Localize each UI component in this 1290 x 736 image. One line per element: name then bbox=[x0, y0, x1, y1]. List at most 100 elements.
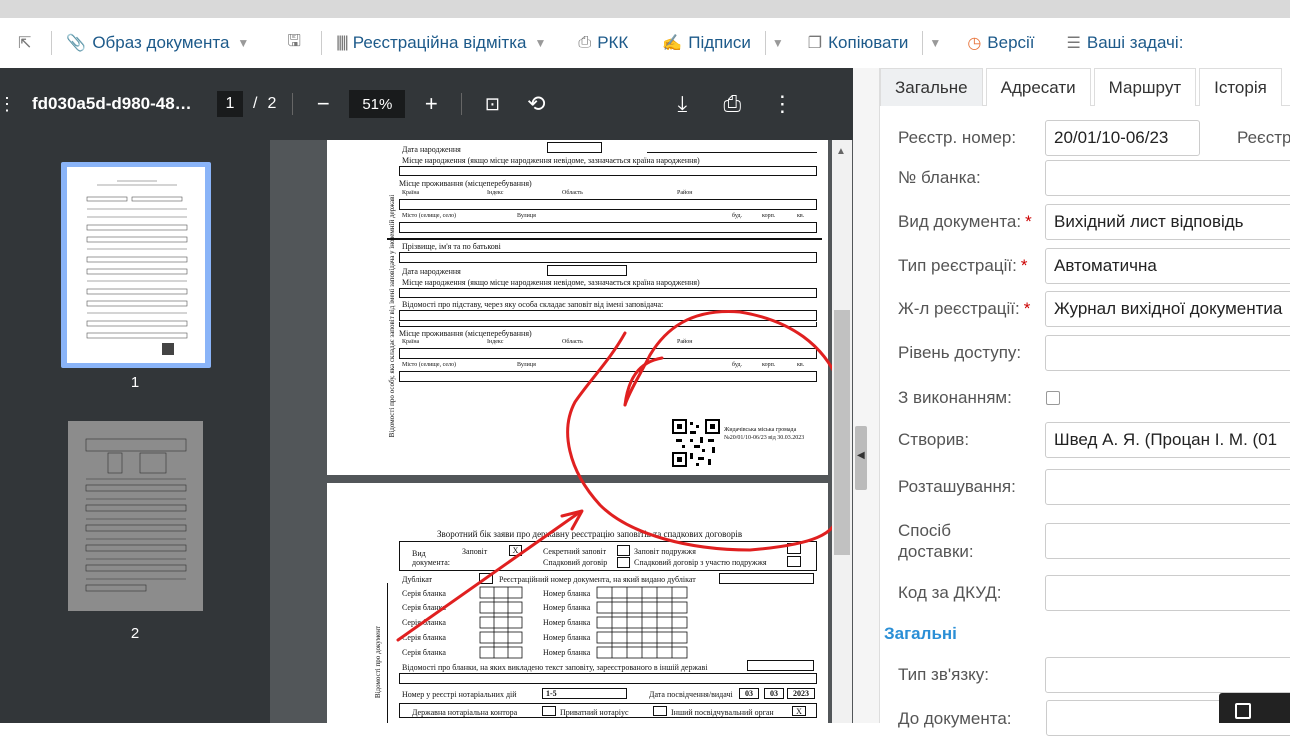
details-tabs: Загальне Адресати Маршрут Історія bbox=[880, 68, 1290, 106]
reg-date-label: Реєстр bbox=[1237, 128, 1290, 147]
tab-addressees[interactable]: Адресати bbox=[985, 68, 1091, 106]
field-reg-number: Реєстр. номер: 20/01/10-06/23 Реєстр bbox=[898, 120, 1290, 156]
created-by-input[interactable]: Швед А. Я. (Процан І. М. (01 bbox=[1045, 422, 1290, 458]
thumbnail-page-2[interactable] bbox=[68, 421, 203, 611]
reg-type-label: Тип реєстрації: bbox=[898, 256, 1017, 275]
location-input[interactable] bbox=[1045, 469, 1290, 505]
thumbnail-label-1: 1 bbox=[130, 374, 140, 391]
reg-type-input[interactable]: Автоматична bbox=[1045, 248, 1290, 284]
zoom-input[interactable]: 51% bbox=[349, 90, 406, 118]
paperclip-icon: 📎 bbox=[66, 35, 87, 52]
to-document-label: До документа: bbox=[898, 709, 1012, 728]
barcode-icon: ||||| bbox=[335, 34, 349, 51]
document-toolbar: ⇱ 📎 Образ документа ▼ 🖫 ||||| Реєстраційна … bbox=[0, 18, 1290, 68]
thumbnail-page-1[interactable] bbox=[67, 167, 205, 363]
save-icon: 🖫 bbox=[287, 32, 301, 50]
with-execution-checkbox[interactable] bbox=[1046, 391, 1060, 405]
doc-type-input[interactable]: Вихідний лист відповідь bbox=[1045, 204, 1290, 240]
external-link-icon: ⇱ bbox=[18, 35, 32, 52]
thumbnail-1-content bbox=[86, 180, 188, 355]
menu-icon[interactable]: ⋮ bbox=[0, 94, 16, 115]
zoom-out-button[interactable]: − bbox=[309, 91, 337, 117]
thumbnail-label-2: 2 bbox=[130, 625, 140, 642]
copy-button[interactable]: ❐ Копіювати bbox=[800, 28, 917, 58]
blank-number-input[interactable] bbox=[1045, 160, 1290, 196]
link-type-label: Тип зв'язку: bbox=[898, 665, 989, 684]
reg-number-input[interactable]: 20/01/10-06/23 bbox=[1045, 120, 1200, 156]
toolbar-separator bbox=[922, 31, 924, 55]
collapse-arrow-icon[interactable]: ◀ bbox=[857, 450, 865, 461]
rkk-label: РКК bbox=[597, 33, 629, 52]
registration-mark-button[interactable]: ||||| Реєстраційна відмітка ▼ bbox=[328, 28, 554, 58]
delivery-method-input[interactable] bbox=[1045, 523, 1290, 559]
viewer-scrollbar[interactable]: ▲ bbox=[832, 140, 852, 723]
your-tasks-label: Ваші задачі: bbox=[1086, 33, 1184, 52]
delivery-method-label: Спосіб доставки: bbox=[898, 521, 974, 561]
signatures-button[interactable]: ✍ Підписи bbox=[654, 28, 759, 58]
signatures-dropdown-icon[interactable]: ▼ bbox=[772, 36, 784, 50]
scroll-up-icon[interactable]: ▲ bbox=[836, 146, 846, 157]
pdf-viewer-toolbar: ⋮ fd030a5d-d980-48… 1 / 2 − 51% + ⊡ ⟲ ⤓ … bbox=[0, 68, 853, 140]
field-created-by: Створив: Швед А. Я. (Процан І. М. (01 bbox=[898, 422, 1290, 458]
copy-label: Копіювати bbox=[828, 33, 909, 52]
copy-dropdown-icon[interactable]: ▼ bbox=[929, 36, 941, 50]
viewer-separator bbox=[461, 93, 463, 115]
pdf-filename: fd030a5d-d980-48… bbox=[32, 94, 192, 113]
versions-button[interactable]: ◷ Версії bbox=[959, 28, 1042, 58]
document-image-button[interactable]: 📎 Образ документа ▼ bbox=[58, 28, 257, 58]
tab-general[interactable]: Загальне bbox=[880, 68, 983, 106]
field-blank-number: № бланка: bbox=[898, 160, 1290, 196]
panel-splitter[interactable]: ◀ bbox=[853, 68, 879, 723]
versions-label: Версії bbox=[987, 33, 1035, 52]
scrollbar-thumb[interactable] bbox=[834, 310, 850, 555]
reg-journal-input[interactable]: Журнал вихідної документиа bbox=[1045, 291, 1290, 327]
field-reg-journal: Ж-л реєстрації: * Журнал вихідної докумен… bbox=[898, 291, 1290, 327]
tasklist-icon: ☰ bbox=[1066, 35, 1081, 52]
pdf-viewer: ⋮ fd030a5d-d980-48… 1 / 2 − 51% + ⊡ ⟲ ⤓ … bbox=[0, 68, 853, 723]
rkk-button[interactable]: ⎙ РКК bbox=[570, 28, 636, 58]
print-icon[interactable]: ⎙ bbox=[718, 91, 746, 117]
field-dkud-code: Код за ДКУД: bbox=[898, 575, 1290, 611]
section-general-header: Загальні bbox=[884, 624, 957, 643]
registration-mark-label: Реєстраційна відмітка bbox=[352, 33, 527, 52]
zoom-in-button[interactable]: + bbox=[417, 91, 445, 117]
page-number-input[interactable]: 1 bbox=[217, 91, 243, 117]
your-tasks-button[interactable]: ☰ Ваші задачі: bbox=[1059, 28, 1192, 58]
floating-widget[interactable] bbox=[1219, 693, 1290, 723]
page-separator: / bbox=[253, 95, 258, 112]
fit-page-icon[interactable]: ⊡ bbox=[478, 94, 506, 115]
field-with-execution: З виконанням: bbox=[898, 380, 1290, 416]
required-mark: * bbox=[1020, 256, 1028, 275]
access-level-label: Рівень доступу: bbox=[898, 343, 1022, 362]
thumbnail-sidebar: 1 2 bbox=[0, 140, 270, 723]
dkud-code-input[interactable] bbox=[1045, 575, 1290, 611]
viewer-separator bbox=[292, 93, 294, 115]
reg-journal-label: Ж-л реєстрації: bbox=[898, 299, 1020, 318]
toolbar-separator bbox=[51, 31, 53, 55]
access-level-input[interactable] bbox=[1045, 335, 1290, 371]
toolbar-separator bbox=[764, 31, 766, 55]
location-label: Розташування: bbox=[898, 477, 1016, 496]
open-external-button[interactable]: ⇱ bbox=[0, 28, 45, 58]
chevron-down-icon[interactable]: ▼ bbox=[534, 36, 546, 50]
save-button[interactable]: 🖫 bbox=[279, 28, 315, 58]
download-icon[interactable]: ⤓ bbox=[668, 91, 696, 117]
total-pages: 2 bbox=[267, 95, 277, 112]
link-type-input[interactable] bbox=[1045, 657, 1290, 693]
required-mark: * bbox=[1025, 212, 1032, 231]
reg-number-label: Реєстр. номер: bbox=[898, 128, 1017, 147]
pdf-pages-area: Дата народження Місце народження (якщо м… bbox=[270, 140, 853, 723]
dkud-code-label: Код за ДКУД: bbox=[898, 583, 1002, 602]
toolbar-separator bbox=[320, 31, 322, 55]
browser-top-strip bbox=[0, 0, 1290, 18]
signature-icon: ✍ bbox=[662, 35, 683, 52]
tab-route[interactable]: Маршрут bbox=[1093, 68, 1197, 106]
tab-history[interactable]: Історія bbox=[1199, 68, 1282, 106]
chevron-down-icon[interactable]: ▼ bbox=[237, 36, 249, 50]
field-doc-type: Вид документа: * Вихідний лист відповідь bbox=[898, 204, 1290, 240]
signatures-label: Підписи bbox=[688, 33, 751, 52]
field-reg-type: Тип реєстрації: * Автоматична bbox=[898, 248, 1290, 284]
more-options-icon[interactable]: ⋮ bbox=[768, 91, 796, 117]
blank-number-label: № бланка: bbox=[898, 168, 981, 187]
rotate-icon[interactable]: ⟲ bbox=[522, 91, 550, 117]
